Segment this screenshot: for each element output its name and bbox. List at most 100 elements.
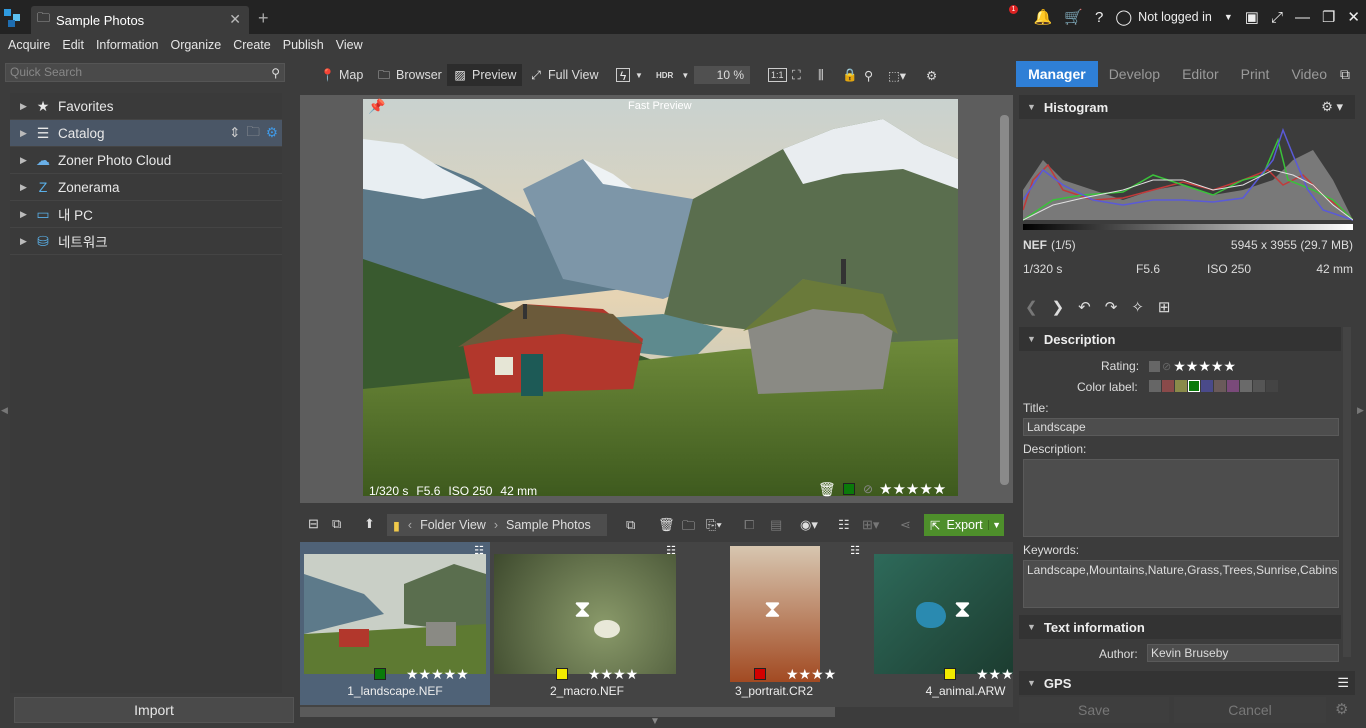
description-field[interactable] [1023,459,1339,537]
chevron-down-icon[interactable]: ▼ [681,71,689,80]
color-label-picker[interactable] [1149,380,1278,392]
close-window-icon[interactable]: ✕ [1347,8,1360,26]
hdr-button[interactable]: HDR ▼ [656,66,689,84]
menu-view[interactable]: View [336,38,363,52]
sort-icon[interactable]: ⇕ [229,125,240,141]
panel-scrollbar[interactable] [1343,327,1351,657]
adjust-icon[interactable]: ☷ [474,544,484,557]
chevron-left-icon[interactable]: ‹ [408,518,412,532]
color-label-swatch[interactable] [374,668,386,680]
menu-organize[interactable]: Organize [170,38,221,52]
duplicate-icon[interactable]: ⧉ [626,517,635,533]
expand-arrow-icon[interactable]: ▶ [20,209,32,220]
search-input[interactable]: Quick Search ⚲ [5,63,285,82]
pin-icon[interactable]: 📌 [368,98,385,115]
export-button[interactable]: ⇱ Export ▼ [924,514,1004,536]
clear-color-swatch[interactable] [1149,380,1161,392]
preview-button[interactable]: ▨ Preview [447,64,523,86]
mode-video[interactable]: Video [1280,61,1338,87]
rating-stars[interactable]: ★★★★ [786,666,836,683]
save-button[interactable]: Save [1019,697,1169,723]
text-info-header[interactable]: ▼ Text information [1019,615,1341,639]
author-field[interactable]: Kevin Bruseby [1147,644,1339,662]
nav-my-pc[interactable]: ▶ ▭ 내 PC [10,201,282,228]
zoom-1-1-button[interactable]: 1:1 [768,68,787,82]
gear-icon[interactable]: ⚙ [1335,700,1348,718]
select-tool-icon[interactable]: ⬚▾ [888,66,906,84]
thumbnail-item[interactable]: ☷ ★★★★★ 1_landscape.NEF [300,542,490,705]
expand-arrow-icon[interactable]: ▶ [20,182,32,193]
preview-scrollbar[interactable] [1000,115,1009,485]
cart-icon[interactable]: 🛒 [1064,8,1083,26]
copy-to-icon[interactable]: ⎘▾ [706,517,722,533]
preview-rating-stars[interactable]: ★★★★★ [879,480,946,498]
copy-icon[interactable]: ⧉ [332,516,341,532]
delete-icon[interactable]: 🗑 [658,517,675,533]
adjust-icon[interactable]: ☷ [838,517,850,533]
document-tab[interactable]: 🗀 Sample Photos ✕ [31,6,249,34]
cancel-button[interactable]: Cancel [1174,697,1326,723]
menu-icon[interactable]: ☰ [1337,675,1349,691]
left-collapse-icon[interactable]: ◀ [1,405,8,416]
add-folder-icon[interactable]: 🗀 [246,122,260,145]
nav-zonerama[interactable]: ▶ Z Zonerama [10,174,282,201]
color-label-swatch[interactable] [556,668,568,680]
batch-icon[interactable]: ⊞▾ [862,517,879,533]
restore-icon[interactable]: ❐ [1322,8,1335,26]
login-status[interactable]: Not logged in [1138,10,1212,24]
menu-publish[interactable]: Publish [283,38,324,52]
adjust-icon[interactable]: ☷ [850,544,860,557]
import-button[interactable]: Import [14,697,294,723]
share-icon[interactable]: ⋖ [900,517,911,533]
fit-height-icon[interactable]: ⫼ [818,66,824,84]
sort-list-icon[interactable]: ⊟ [308,516,319,532]
chevron-down-icon[interactable]: ▼ [988,520,1004,530]
nav-network[interactable]: ▶ ⛁ 네트워크 [10,228,282,255]
menu-information[interactable]: Information [96,38,159,52]
paste-icon[interactable]: ▤ [770,517,782,533]
collapse-arrow-icon[interactable]: ▼ [1027,334,1036,344]
collapse-arrow-icon[interactable]: ▼ [650,716,660,727]
color-swatch-brown[interactable] [1214,380,1226,392]
magic-wand-icon[interactable]: ✧ [1131,298,1144,316]
rating-stars[interactable]: ★★★★★ [1173,358,1236,375]
color-swatch-purple[interactable] [1227,380,1239,392]
collapse-arrow-icon[interactable]: ▼ [1027,622,1036,632]
move-icon[interactable]: ⧠ [744,517,754,533]
new-folder-icon[interactable]: 🗀 [682,517,695,539]
compare-icon[interactable]: ⚲ [864,66,873,84]
rating-stars[interactable]: ★★★★★ [406,666,469,683]
color-swatch-dark[interactable] [1253,380,1265,392]
menu-create[interactable]: Create [233,38,271,52]
close-tab-icon[interactable]: ✕ [229,11,241,28]
color-swatch-yellow[interactable] [1175,380,1187,392]
new-tab-icon[interactable]: + [258,8,269,29]
color-swatch-gray[interactable] [1240,380,1252,392]
external-window-icon[interactable]: ⧉ [1340,66,1350,83]
folder-up-icon[interactable]: ⬆ [364,516,375,532]
mode-manager[interactable]: Manager [1016,61,1098,87]
thumbnail-item[interactable]: ⧗ ★★★ 4_animal.ARW [866,542,1013,705]
filmstrip-scrollbar[interactable] [300,707,835,717]
gear-icon[interactable]: ⚙ [266,125,278,141]
quick-fix-button[interactable]: ϟ ▼ [616,66,643,84]
chevron-down-icon[interactable]: ▼ [1224,12,1233,22]
rating-stars[interactable]: ★★★★ [588,666,638,683]
color-label-green[interactable] [843,483,855,495]
breadcrumb-folder-view[interactable]: Folder View [420,518,486,532]
menu-edit[interactable]: Edit [62,38,84,52]
color-label-swatch[interactable] [944,668,956,680]
histogram-settings-icon[interactable]: ⚙ ▾ [1321,99,1343,115]
previous-icon[interactable]: ❮ [1025,298,1038,316]
fit-screen-icon[interactable]: ⛶ [792,66,801,84]
title-field[interactable]: Landscape [1023,418,1339,436]
zoom-level-field[interactable]: 10 % [694,66,750,84]
mode-editor[interactable]: Editor [1171,61,1230,87]
color-label-swatch[interactable] [754,668,766,680]
filter-icon[interactable]: ◉▾ [800,517,818,533]
color-swatch-black[interactable] [1266,380,1278,392]
map-button[interactable]: 📍 Map [320,66,363,84]
fullview-button[interactable]: ⤢ Full View [529,66,598,84]
help-icon[interactable]: ? [1095,9,1103,26]
search-icon[interactable]: ⚲ [271,65,280,82]
